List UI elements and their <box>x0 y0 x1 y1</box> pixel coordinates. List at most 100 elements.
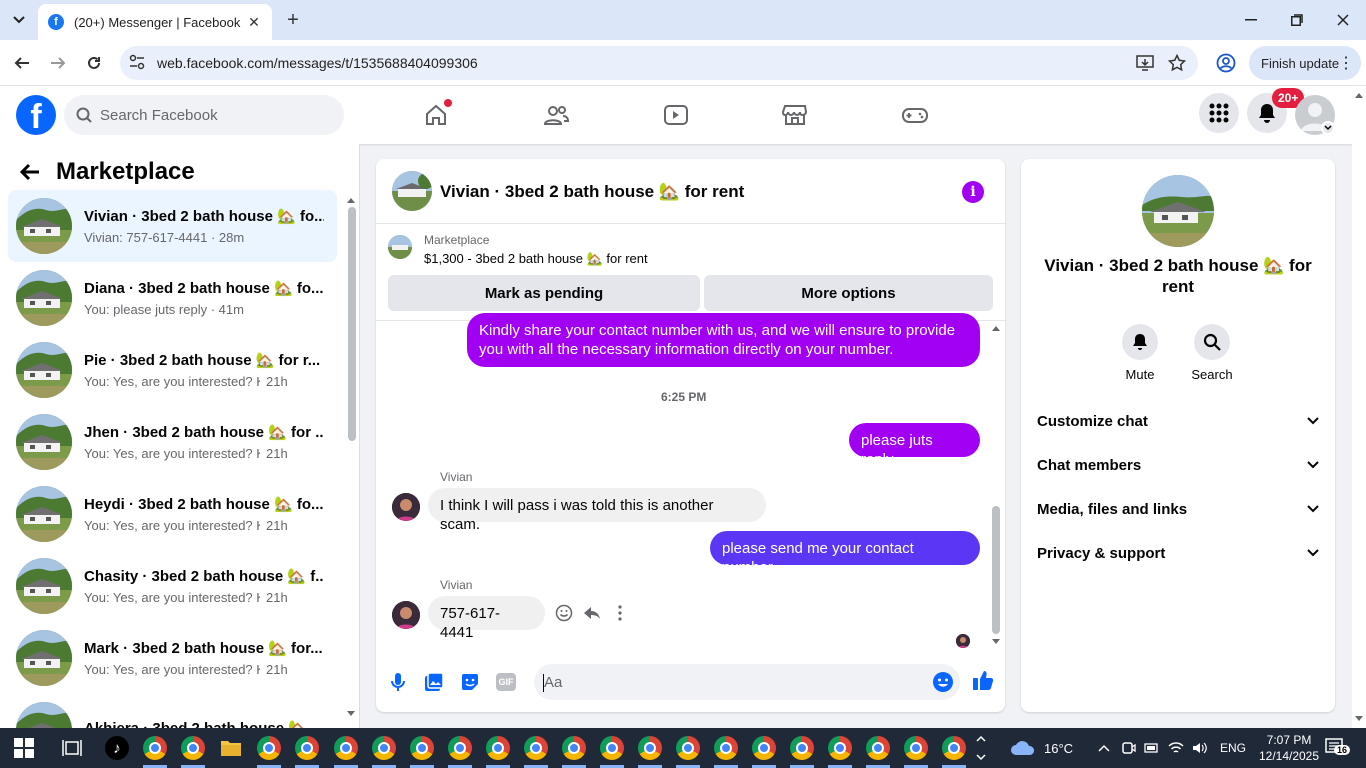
chrome-app[interactable] <box>448 736 472 760</box>
chrome-app[interactable] <box>334 736 358 760</box>
start-button[interactable] <box>12 736 36 760</box>
close-window-button[interactable] <box>1320 0 1366 40</box>
conversation-item[interactable]: Diana · 3bed 2 bath house 🏡 fo... You: pl… <box>8 262 337 334</box>
chrome-app[interactable] <box>143 736 167 760</box>
message-outgoing[interactable]: Kindly share your contact number with us… <box>467 313 980 367</box>
conversation-item[interactable]: Chasity · 3bed 2 bath house 🏡 f... You: Y… <box>8 550 337 622</box>
attach-image-icon[interactable] <box>422 670 446 694</box>
chrome-app[interactable] <box>638 736 662 760</box>
conversation-item[interactable]: Vivian · 3bed 2 bath house 🏡 fo... Vivian… <box>8 190 337 262</box>
like-button[interactable] <box>971 668 995 692</box>
facebook-search-input[interactable]: Search Facebook <box>64 95 344 135</box>
reload-button[interactable] <box>83 52 105 74</box>
chrome-app[interactable] <box>828 736 852 760</box>
tab-search-button[interactable] <box>8 9 30 31</box>
message-incoming[interactable]: I think I will pass i was told this is a… <box>428 488 766 533</box>
info-icon[interactable]: i <box>962 181 984 203</box>
chrome-app[interactable] <box>524 736 548 760</box>
browser-tab[interactable]: f (20+) Messenger | Facebook ✕ <box>38 4 272 40</box>
new-tab-button[interactable]: + <box>282 9 304 31</box>
chrome-app[interactable] <box>790 736 814 760</box>
microphone-icon[interactable] <box>386 670 410 694</box>
home-notification-dot <box>444 99 452 107</box>
more-options-button[interactable]: More options <box>704 275 993 311</box>
chrome-app[interactable] <box>714 736 738 760</box>
message-incoming[interactable]: 757-617-4441 <box>428 596 545 641</box>
message-outgoing[interactable]: please send me your contact number <box>710 531 980 576</box>
chat-avatar[interactable] <box>392 171 432 211</box>
chrome-app[interactable] <box>904 736 928 760</box>
conversation-item[interactable]: Pie · 3bed 2 bath house 🏡 for r... You: Y… <box>8 334 337 406</box>
conversation-item[interactable]: Akhiera · 3bed 2 bath house 🏡 ... <box>8 694 337 728</box>
section-customize-chat[interactable]: Customize chat <box>1037 410 1319 432</box>
tiktok-app[interactable]: ♪ <box>105 736 129 760</box>
section-privacy-support[interactable]: Privacy & support <box>1037 542 1319 564</box>
profile-button[interactable] <box>1215 52 1237 74</box>
gif-label: GIF <box>496 673 516 691</box>
more-vert-icon[interactable] <box>616 604 624 622</box>
address-bar[interactable]: web.facebook.com/messages/t/153568840409… <box>120 46 1198 80</box>
nav-gaming[interactable] <box>900 100 930 130</box>
minimize-button[interactable] <box>1228 0 1274 40</box>
listing-thumbnail[interactable] <box>388 235 412 259</box>
react-emoji-icon[interactable] <box>555 604 573 622</box>
clock[interactable]: 7:07 PM 12/14/2025 <box>1259 728 1319 768</box>
facebook-logo[interactable]: f <box>16 95 56 135</box>
back-button[interactable] <box>11 52 33 74</box>
section-chat-members[interactable]: Chat members <box>1037 454 1319 476</box>
message-input[interactable]: Aa <box>534 664 960 700</box>
file-explorer-app[interactable] <box>219 736 243 760</box>
maximize-button[interactable] <box>1274 0 1320 40</box>
chrome-app[interactable] <box>676 736 700 760</box>
chrome-app[interactable] <box>866 736 890 760</box>
nav-watch[interactable] <box>661 100 691 130</box>
forward-button[interactable] <box>47 52 69 74</box>
bookmark-star-icon[interactable] <box>1168 54 1186 72</box>
conversation-item[interactable]: Mark · 3bed 2 bath house 🏡 for... You: Ye… <box>8 622 337 694</box>
weather-widget[interactable]: 16°C <box>1010 728 1073 768</box>
emoji-icon[interactable] <box>932 671 954 693</box>
system-tray[interactable]: ENG <box>1098 728 1246 768</box>
chrome-app[interactable] <box>942 736 966 760</box>
nav-marketplace[interactable] <box>780 100 810 130</box>
temperature: 16°C <box>1044 740 1074 756</box>
sender-avatar[interactable] <box>392 601 420 629</box>
close-tab-icon[interactable]: ✕ <box>246 14 262 31</box>
chrome-icon <box>181 736 205 760</box>
notification-center-button[interactable]: 16 <box>1325 728 1351 768</box>
sender-avatar[interactable] <box>392 493 420 521</box>
reply-icon[interactable] <box>583 604 601 622</box>
chat-scrollbar[interactable] <box>991 324 1001 646</box>
conversation-item[interactable]: Heydi · 3bed 2 bath house 🏡 fo... You: Ye… <box>8 478 337 550</box>
task-view-button[interactable] <box>60 736 84 760</box>
mark-as-pending-button[interactable]: Mark as pending <box>388 275 700 311</box>
chat-scroll-thumb[interactable] <box>992 506 1000 634</box>
menu-button[interactable] <box>1199 93 1239 133</box>
section-media-files-links[interactable]: Media, files and links <box>1037 498 1319 520</box>
chrome-app[interactable] <box>295 736 319 760</box>
nav-friends[interactable] <box>541 100 571 130</box>
chrome-app[interactable] <box>181 736 205 760</box>
chrome-app[interactable] <box>372 736 396 760</box>
chrome-app[interactable] <box>257 736 281 760</box>
gif-icon[interactable]: GIF <box>494 670 518 694</box>
account-chevron-icon[interactable] <box>1321 121 1335 135</box>
taskbar-scroll[interactable] <box>975 728 987 768</box>
message-outgoing[interactable]: please juts reply <box>849 423 980 468</box>
sticker-icon[interactable] <box>458 670 482 694</box>
site-info-icon[interactable] <box>128 53 146 71</box>
chrome-app[interactable] <box>562 736 586 760</box>
page-scrollbar[interactable] <box>1352 86 1366 728</box>
chrome-app[interactable] <box>600 736 624 760</box>
mute-button[interactable]: Mute <box>1110 324 1170 382</box>
finish-update-button[interactable]: Finish update ⋮ <box>1249 46 1361 80</box>
details-avatar[interactable] <box>1142 175 1214 247</box>
conversation-item[interactable]: Jhen · 3bed 2 bath house 🏡 for ... You: Y… <box>8 406 337 478</box>
sidebar-scroll-thumb[interactable] <box>348 207 356 441</box>
back-arrow-icon[interactable] <box>20 163 40 181</box>
install-app-icon[interactable] <box>1136 54 1154 72</box>
chrome-app[interactable] <box>752 736 776 760</box>
search-in-chat-button[interactable]: Search <box>1182 324 1242 382</box>
chrome-app[interactable] <box>486 736 510 760</box>
chrome-app[interactable] <box>410 736 434 760</box>
